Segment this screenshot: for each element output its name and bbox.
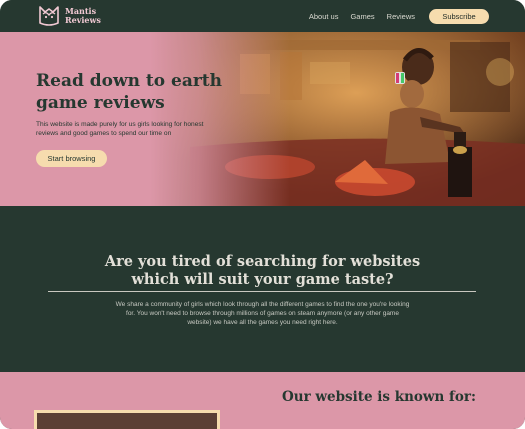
hero-image-fade bbox=[150, 32, 290, 206]
start-browsing-button[interactable]: Start browsing bbox=[36, 150, 107, 167]
intro-title: Are you tired of searching for websites … bbox=[104, 253, 421, 288]
intro-body: We share a community of girls which look… bbox=[115, 301, 410, 326]
hero-subtitle: This website is made purely for us girls… bbox=[36, 121, 204, 137]
intro-divider bbox=[48, 291, 476, 292]
intro-section: Are you tired of searching for websites … bbox=[0, 206, 525, 372]
logo-wordmark: Mantis Reviews bbox=[65, 7, 101, 25]
page-frame: Mantis Reviews About us Games Reviews Su… bbox=[0, 0, 525, 429]
top-navbar: Mantis Reviews About us Games Reviews Su… bbox=[0, 0, 525, 32]
subscribe-button[interactable]: Subscribe bbox=[429, 8, 489, 24]
nav-link-reviews[interactable]: Reviews bbox=[387, 12, 415, 21]
hero-section: Read down to earth game reviews This web… bbox=[0, 32, 525, 206]
logo-line-2: Reviews bbox=[65, 15, 101, 25]
known-for-title: Our website is known for: bbox=[282, 389, 476, 405]
nav-link-about[interactable]: About us bbox=[309, 12, 339, 21]
feature-image bbox=[34, 410, 220, 429]
hero-title: Read down to earth game reviews bbox=[36, 71, 223, 113]
known-for-section: Our website is known for: bbox=[0, 372, 525, 429]
mantis-logo-icon bbox=[39, 6, 59, 26]
site-logo[interactable]: Mantis Reviews bbox=[36, 4, 101, 28]
nav-link-games[interactable]: Games bbox=[350, 12, 374, 21]
nav-links: About us Games Reviews Subscribe bbox=[309, 0, 525, 32]
